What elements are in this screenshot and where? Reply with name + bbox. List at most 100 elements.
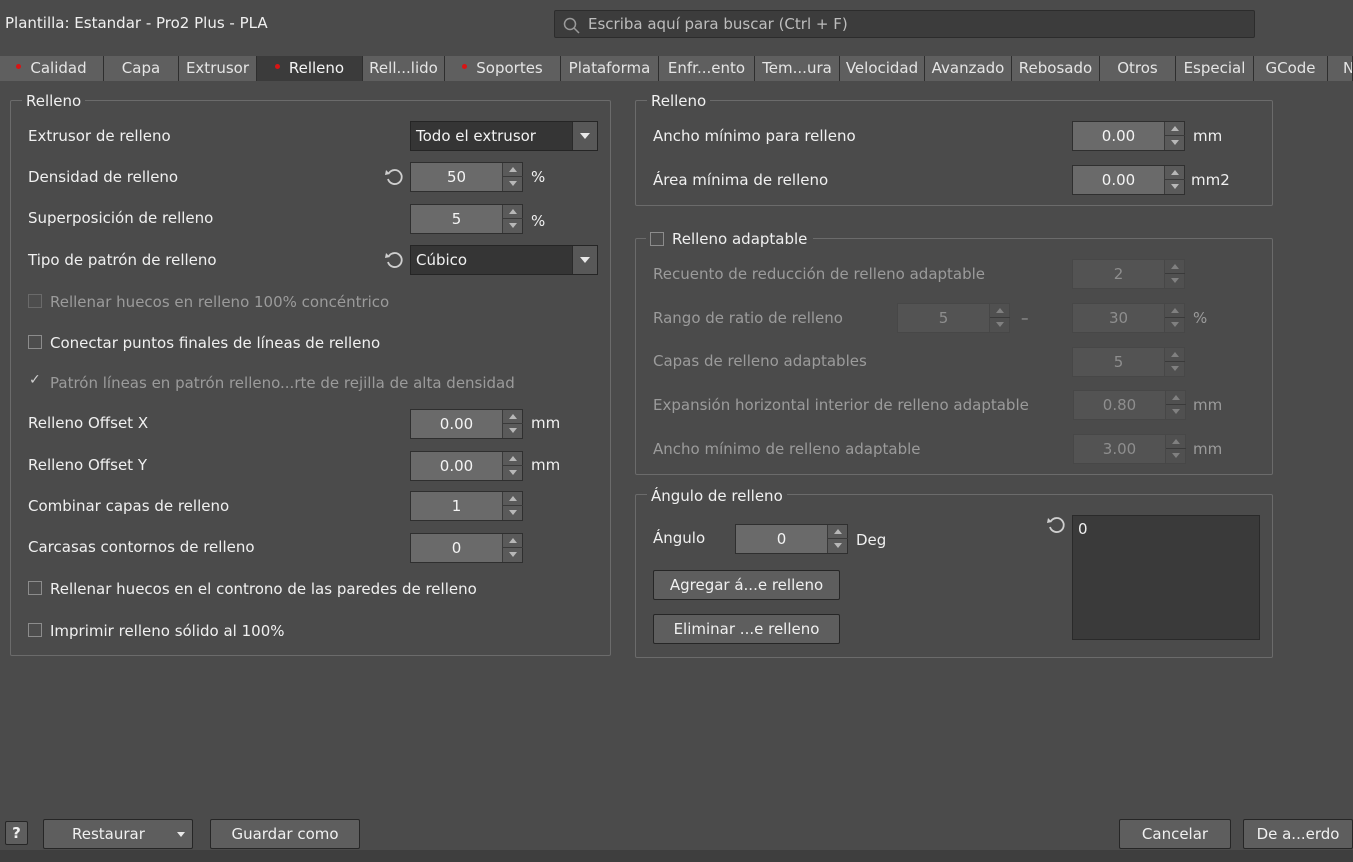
combine-label: Combinar capas de relleno bbox=[28, 497, 230, 515]
increment-button[interactable] bbox=[1165, 260, 1185, 274]
tab-overflow[interactable]: N bbox=[1328, 56, 1353, 81]
combine-spinbox[interactable]: 1 bbox=[410, 491, 523, 521]
offset-y-label: Relleno Offset Y bbox=[28, 456, 147, 474]
adaptive-min-width-spinbox[interactable]: 3.00 bbox=[1073, 434, 1186, 464]
tab-temperatura[interactable]: Tem...ura bbox=[755, 56, 840, 81]
add-angle-button[interactable]: Agregar á...e relleno bbox=[653, 570, 840, 600]
decrement-button[interactable] bbox=[1165, 180, 1185, 194]
min-area-spinbox[interactable]: 0.00 bbox=[1072, 165, 1185, 195]
decrement-button[interactable] bbox=[503, 506, 523, 520]
save-as-button[interactable]: Guardar como bbox=[210, 819, 360, 849]
reset-icon[interactable] bbox=[384, 250, 404, 270]
reset-icon[interactable] bbox=[1046, 515, 1066, 535]
tab-otros[interactable]: Otros bbox=[1100, 56, 1176, 81]
decrement-button[interactable] bbox=[503, 177, 523, 191]
decrement-button[interactable] bbox=[990, 318, 1010, 332]
tab-gcode[interactable]: GCode bbox=[1254, 56, 1328, 81]
reset-icon[interactable] bbox=[384, 167, 404, 187]
extruder-label: Extrusor de relleno bbox=[28, 127, 171, 145]
search-input[interactable] bbox=[588, 14, 1238, 34]
fill-gaps-concentric-label: Rellenar huecos en relleno 100% concéntr… bbox=[50, 293, 390, 311]
increment-button[interactable] bbox=[990, 304, 1010, 318]
fill-gaps-concentric-checkbox[interactable] bbox=[28, 294, 42, 308]
infill-min-group-title: Relleno bbox=[647, 92, 711, 110]
offset-y-spinbox[interactable]: 0.00 bbox=[410, 451, 523, 481]
modified-dot bbox=[462, 64, 468, 69]
increment-button[interactable] bbox=[503, 163, 523, 177]
angle-unit: Deg bbox=[856, 531, 887, 549]
tab-plataforma[interactable]: Plataforma bbox=[561, 56, 659, 81]
increment-button[interactable] bbox=[503, 452, 523, 466]
pattern-dropdown[interactable]: Cúbico bbox=[410, 245, 598, 275]
adaptive-min-width-label: Ancho mínimo de relleno adaptable bbox=[653, 440, 921, 458]
overlap-spinbox[interactable]: 5 bbox=[410, 204, 523, 234]
decrement-button[interactable] bbox=[1166, 449, 1186, 463]
cancel-button[interactable]: Cancelar bbox=[1119, 819, 1231, 849]
tab-rebosado[interactable]: Rebosado bbox=[1012, 56, 1100, 81]
angle-spinbox[interactable]: 0 bbox=[735, 524, 848, 554]
increment-button[interactable] bbox=[1165, 348, 1185, 362]
search-box[interactable] bbox=[554, 10, 1255, 38]
tab-especial[interactable]: Especial bbox=[1176, 56, 1254, 81]
angle-list[interactable]: 0 bbox=[1072, 515, 1260, 640]
fill-gaps-walls-checkbox[interactable] bbox=[28, 581, 42, 595]
ratio-min-spinbox[interactable]: 5 bbox=[897, 303, 1010, 333]
tab-relleno-solido[interactable]: Rell...lido bbox=[363, 56, 445, 81]
reduction-count-spinbox[interactable]: 2 bbox=[1072, 259, 1185, 289]
tab-soportes[interactable]: Soportes bbox=[445, 56, 561, 81]
list-item[interactable]: 0 bbox=[1073, 516, 1259, 542]
solid-infill-checkbox[interactable] bbox=[28, 623, 42, 637]
remove-angle-button[interactable]: Eliminar ...e relleno bbox=[653, 614, 840, 644]
tab-relleno[interactable]: Relleno bbox=[257, 56, 363, 81]
increment-button[interactable] bbox=[1165, 304, 1185, 318]
tab-avanzado[interactable]: Avanzado bbox=[925, 56, 1012, 81]
ratio-range-label: Rango de ratio de relleno bbox=[653, 309, 843, 327]
h-expansion-spinbox[interactable]: 0.80 bbox=[1073, 390, 1186, 420]
lines-pattern-checkbox[interactable] bbox=[28, 372, 42, 389]
decrement-button[interactable] bbox=[1165, 318, 1185, 332]
connect-endpoints-checkbox[interactable] bbox=[28, 335, 42, 349]
increment-button[interactable] bbox=[1166, 391, 1186, 405]
decrement-button[interactable] bbox=[503, 466, 523, 480]
decrement-button[interactable] bbox=[1165, 362, 1185, 376]
tab-capa[interactable]: Capa bbox=[104, 56, 179, 81]
offset-y-unit: mm bbox=[531, 456, 561, 474]
increment-button[interactable] bbox=[1165, 166, 1185, 180]
increment-button[interactable] bbox=[503, 492, 523, 506]
tab-calidad[interactable]: Calidad bbox=[0, 56, 104, 81]
density-spinbox[interactable]: 50 bbox=[410, 162, 523, 192]
increment-button[interactable] bbox=[503, 410, 523, 424]
min-width-spinbox[interactable]: 0.00 bbox=[1072, 121, 1185, 151]
tab-enfriamiento[interactable]: Enfr...ento bbox=[659, 56, 755, 81]
ok-button[interactable]: De a...erdo bbox=[1243, 819, 1353, 849]
search-icon bbox=[563, 17, 580, 34]
density-label: Densidad de relleno bbox=[28, 168, 179, 186]
decrement-button[interactable] bbox=[1166, 405, 1186, 419]
offset-x-spinbox[interactable]: 0.00 bbox=[410, 409, 523, 439]
increment-button[interactable] bbox=[1165, 122, 1185, 136]
increment-button[interactable] bbox=[503, 205, 523, 219]
reduction-count-label: Recuento de reducción de relleno adaptab… bbox=[653, 265, 986, 283]
decrement-button[interactable] bbox=[828, 539, 848, 553]
increment-button[interactable] bbox=[503, 534, 523, 548]
tab-velocidad[interactable]: Velocidad bbox=[840, 56, 925, 81]
adaptive-checkbox[interactable] bbox=[650, 232, 664, 246]
tab-extrusor[interactable]: Extrusor bbox=[179, 56, 257, 81]
bottom-strip bbox=[0, 850, 1353, 862]
decrement-button[interactable] bbox=[503, 219, 523, 233]
decrement-button[interactable] bbox=[1165, 274, 1185, 288]
shells-label: Carcasas contornos de relleno bbox=[28, 538, 255, 556]
restore-button[interactable]: Restaurar bbox=[43, 819, 193, 849]
help-button[interactable]: ? bbox=[5, 821, 28, 845]
shells-spinbox[interactable]: 0 bbox=[410, 533, 523, 563]
decrement-button[interactable] bbox=[503, 424, 523, 438]
ratio-max-spinbox[interactable]: 30 bbox=[1072, 303, 1185, 333]
decrement-button[interactable] bbox=[503, 548, 523, 562]
extruder-dropdown[interactable]: Todo el extrusor bbox=[410, 121, 598, 151]
adaptive-layers-spinbox[interactable]: 5 bbox=[1072, 347, 1185, 377]
decrement-button[interactable] bbox=[1165, 136, 1185, 150]
increment-button[interactable] bbox=[1166, 435, 1186, 449]
adaptive-min-width-unit: mm bbox=[1193, 440, 1223, 458]
ratio-unit: % bbox=[1193, 309, 1208, 327]
increment-button[interactable] bbox=[828, 525, 848, 539]
